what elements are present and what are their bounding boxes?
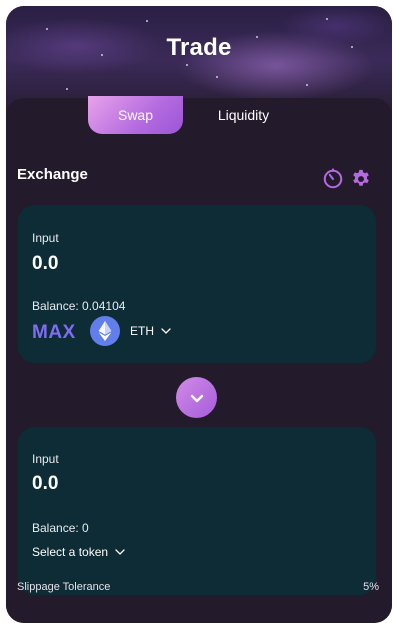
tab-bar: Swap Liquidity xyxy=(88,96,288,134)
section-title: Exchange xyxy=(17,166,88,183)
max-button[interactable]: MAX xyxy=(32,322,76,344)
chevron-down-icon xyxy=(161,328,171,334)
tab-liquidity[interactable]: Liquidity xyxy=(196,96,291,134)
balance-text: Balance: 0 xyxy=(32,521,89,535)
chevron-down-icon xyxy=(190,394,203,402)
token-select-from[interactable]: ETH xyxy=(130,324,172,338)
slippage-value: 5% xyxy=(363,581,379,593)
balance-text: Balance: 0.04104 xyxy=(32,299,126,313)
settings-gear-icon[interactable] xyxy=(350,168,372,190)
input-box-to: Input 0.0 Balance: 0 Select a token xyxy=(18,427,376,595)
chevron-down-icon xyxy=(115,549,125,555)
input-box-from: Input 0.0 Balance: 0.04104 MAX ETH xyxy=(18,205,376,363)
history-timer-icon[interactable] xyxy=(322,168,344,190)
token-select-to[interactable]: Select a token xyxy=(32,545,126,559)
ethereum-icon xyxy=(90,316,120,346)
input-label: Input xyxy=(32,452,59,466)
amount-input-from[interactable]: 0.0 xyxy=(32,253,58,275)
token-symbol: ETH xyxy=(130,324,154,338)
select-token-label: Select a token xyxy=(32,545,109,559)
page-title: Trade xyxy=(166,34,232,61)
swap-direction-button[interactable] xyxy=(176,377,217,418)
amount-input-to[interactable]: 0.0 xyxy=(32,473,58,495)
input-label: Input xyxy=(32,231,59,245)
slippage-label: Slippage Tolerance xyxy=(17,581,111,593)
tab-swap[interactable]: Swap xyxy=(88,96,183,134)
